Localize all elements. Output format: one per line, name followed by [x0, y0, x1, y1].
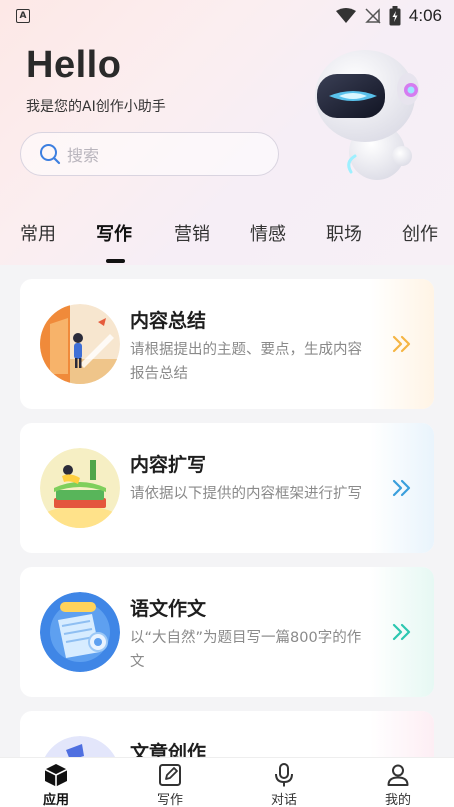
robot-mascot-icon: [315, 50, 419, 180]
app-badge: A: [16, 9, 30, 23]
status-bar: A 4:06: [0, 0, 454, 32]
greeting-subtitle: 我是您的AI创作小助手: [26, 99, 166, 115]
edit-icon: [159, 763, 181, 786]
nav-label: 对话: [270, 793, 297, 807]
nav-label: 写作: [156, 793, 183, 807]
category-tabs: 常用 写作 营销 情感 职场 创作: [0, 210, 454, 264]
active-tab-indicator: [106, 259, 125, 263]
nav-profile[interactable]: 我的: [358, 758, 438, 807]
card-description: 请根据提出的主题、要点，生成内容报告总结: [130, 342, 362, 382]
double-chevron-right-icon: [392, 479, 411, 497]
tab-common[interactable]: 常用: [20, 220, 56, 246]
nav-label: 我的: [384, 793, 411, 807]
tab-workplace[interactable]: 职场: [326, 220, 362, 246]
card-title: 语文作文: [130, 598, 207, 620]
nav-chat[interactable]: 对话: [244, 758, 324, 807]
template-card[interactable]: 内容总结 请根据提出的主题、要点，生成内容报告总结: [20, 279, 434, 409]
search-placeholder: 搜索: [67, 146, 100, 165]
clock: 4:06: [408, 6, 442, 25]
girl-with-book-icon: [40, 304, 120, 384]
user-icon: [387, 764, 409, 786]
card-description: 以“大自然”为题目写一篇800字的作文: [130, 630, 362, 670]
signal-off-icon: [365, 8, 381, 24]
status-icons: 4:06: [335, 6, 442, 26]
tab-marketing[interactable]: 营销: [174, 220, 210, 246]
tab-creation[interactable]: 创作: [402, 220, 438, 246]
nav-apps[interactable]: 应用: [16, 758, 96, 807]
wifi-icon: [335, 8, 356, 23]
tab-emotion[interactable]: 情感: [250, 220, 286, 246]
tab-writing[interactable]: 写作: [96, 220, 132, 246]
nav-label: 应用: [42, 793, 69, 807]
double-chevron-right-icon: [392, 623, 411, 641]
card-arrow-area[interactable]: [370, 279, 434, 409]
template-card[interactable]: 语文作文 以“大自然”为题目写一篇800字的作文: [20, 567, 434, 697]
battery-icon: [389, 6, 401, 26]
bottom-navigation: 应用 写作 对话 我的: [0, 757, 454, 807]
chinese-essay-icon: [40, 592, 120, 672]
double-chevron-right-icon: [392, 335, 411, 353]
book-stack-icon: [40, 448, 120, 528]
card-title: 内容总结: [130, 310, 207, 332]
microphone-icon: [275, 762, 293, 786]
card-title: 内容扩写: [130, 454, 207, 476]
card-arrow-area[interactable]: [370, 567, 434, 697]
card-description: 请依据以下提供的内容框架进行扩写: [130, 486, 362, 502]
search-bar[interactable]: 搜索: [20, 132, 279, 176]
cube-icon: [44, 763, 68, 786]
search-icon: [40, 144, 61, 165]
nav-writing[interactable]: 写作: [130, 758, 210, 807]
template-card[interactable]: 内容扩写 请依据以下提供的内容框架进行扩写: [20, 423, 434, 553]
greeting-title: Hello: [26, 44, 122, 86]
card-arrow-area[interactable]: [370, 423, 434, 553]
